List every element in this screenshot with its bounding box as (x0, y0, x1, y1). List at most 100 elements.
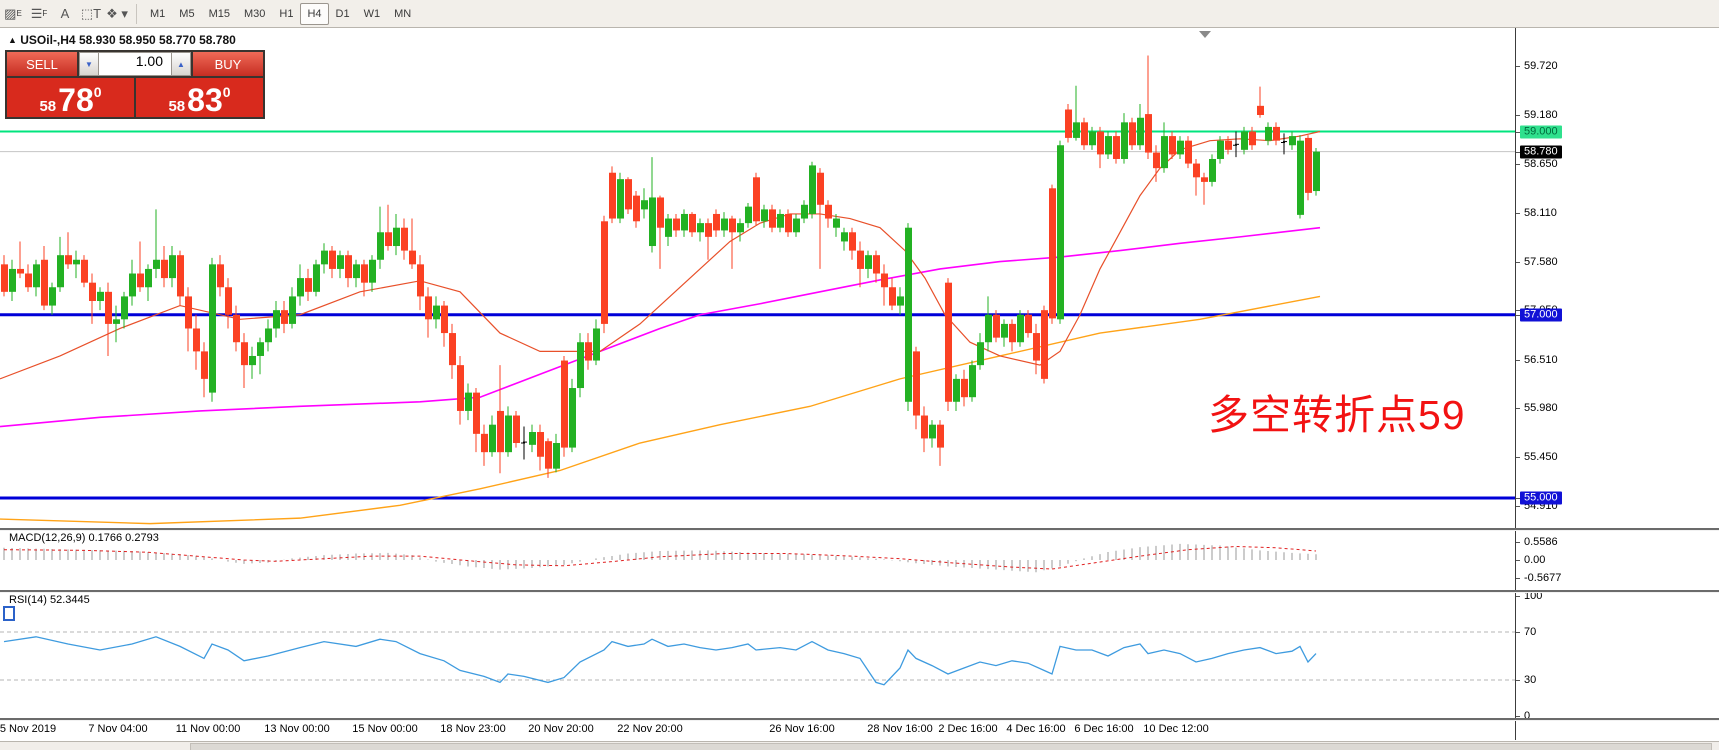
volume-up-button[interactable]: ▲ (171, 52, 191, 76)
timeframe-m1[interactable]: M1 (143, 3, 172, 25)
ohlc-close: 58.780 (199, 33, 236, 47)
ohlc-high: 58.950 (119, 33, 156, 47)
axis-tick (1516, 315, 1520, 316)
axis-tick (1516, 542, 1520, 543)
axis-tick (1516, 66, 1520, 67)
ohlc-open: 58.930 (79, 33, 116, 47)
time-axis-label: 11 Nov 00:00 (176, 723, 241, 735)
axis-tick (1516, 457, 1520, 458)
timeframe-h1[interactable]: H1 (272, 3, 300, 25)
time-axis-label: 18 Nov 23:00 (440, 723, 505, 735)
arrows-icon[interactable]: ❖ ▾ (105, 3, 129, 25)
price-axis-label: 55.980 (1524, 402, 1558, 414)
axis-tick (1516, 213, 1520, 214)
price-level-label: 55.000 (1520, 491, 1562, 504)
toolbar-separator (136, 4, 137, 24)
macd-rsi-splitter[interactable] (0, 590, 1719, 593)
axis-tick (1516, 360, 1520, 361)
ohlc-low: 58.770 (159, 33, 196, 47)
scrollbar-thumb[interactable] (190, 743, 1712, 750)
axis-tick (1516, 132, 1520, 133)
time-axis-label: 26 Nov 16:00 (769, 723, 834, 735)
axis-tick (1516, 578, 1520, 579)
sell-price-point: 0 (94, 84, 102, 100)
price-axis-label: -0.5677 (1524, 572, 1561, 584)
rsi-bottom-border (0, 718, 1719, 721)
sell-button[interactable]: SELL (7, 52, 77, 76)
volume-input[interactable]: 1.00 (99, 52, 171, 76)
price-axis-label: 0.00 (1524, 554, 1545, 566)
time-axis-label: 10 Dec 12:00 (1143, 723, 1208, 735)
timeframe-w1[interactable]: W1 (357, 3, 388, 25)
axis-tick (1516, 716, 1520, 717)
sell-price[interactable]: 58 78 0 (7, 78, 134, 117)
axis-tick (1516, 164, 1520, 165)
time-axis-label: 4 Dec 16:00 (1006, 723, 1065, 735)
toolbar: ▨E☰FA⬚T❖ ▾ M1M5M15M30H1H4D1W1MN (0, 0, 1719, 28)
price-axis-label: 58.650 (1524, 158, 1558, 170)
chart-macd-splitter[interactable] (0, 528, 1719, 531)
buy-price[interactable]: 58 83 0 (136, 78, 263, 117)
axis-tick (1516, 498, 1520, 499)
symbol-label: USOil-,H4 (20, 33, 75, 47)
axis-tick (1516, 152, 1520, 153)
collapse-arrow-icon[interactable]: ▲ (8, 35, 17, 45)
timeframe-m5[interactable]: M5 (172, 3, 201, 25)
axis-tick (1516, 115, 1520, 116)
one-click-trade-panel: SELL ▼ 1.00 ▲ BUY 58 78 0 58 83 0 (5, 50, 265, 119)
timeframe-buttons: M1M5M15M30H1H4D1W1MN (143, 3, 418, 25)
price-axis-label: 59.720 (1524, 60, 1558, 72)
timeframe-d1[interactable]: D1 (329, 3, 357, 25)
time-axis-label: 5 Nov 2019 (0, 723, 56, 735)
mt4-terminal: ▨E☰FA⬚T❖ ▾ M1M5M15M30H1H4D1W1MN ▲ USOil-… (0, 0, 1719, 750)
axis-tick (1516, 596, 1520, 597)
price-axis-label: 30 (1524, 674, 1536, 686)
price-axis[interactable]: 59.72059.18058.65058.11057.58057.05056.5… (1515, 28, 1719, 740)
axis-tick (1516, 560, 1520, 561)
price-axis-label: 55.450 (1524, 451, 1558, 463)
axis-tick (1516, 262, 1520, 263)
chart-annotation-text: 多空转折点59 (1208, 381, 1466, 441)
timeframe-m15[interactable]: M15 (202, 3, 237, 25)
axis-tick (1516, 506, 1520, 507)
price-axis-label: 0.5586 (1524, 536, 1558, 548)
time-axis-label: 28 Nov 16:00 (867, 723, 932, 735)
chart-symbol-header: ▲ USOil-,H4 58.930 58.950 58.770 58.780 (8, 33, 236, 47)
horizontal-scrollbar[interactable] (0, 741, 1719, 750)
time-axis-label: 6 Dec 16:00 (1074, 723, 1133, 735)
sell-price-whole: 58 (39, 99, 56, 114)
axis-tick (1516, 632, 1520, 633)
sell-price-pips: 78 (58, 87, 94, 114)
price-level-label: 58.780 (1520, 145, 1562, 158)
axis-tick (1516, 408, 1520, 409)
timeframe-mn[interactable]: MN (387, 3, 418, 25)
price-axis-label: 56.510 (1524, 354, 1558, 366)
buy-button[interactable]: BUY (193, 52, 263, 76)
text-label-icon[interactable]: ⬚T (79, 3, 103, 25)
drawing-tools: ▨E☰FA⬚T❖ ▾ (0, 3, 130, 25)
timeframe-h4[interactable]: H4 (300, 3, 328, 25)
rsi-indicator-icon (3, 606, 15, 621)
text-icon[interactable]: A (53, 3, 77, 25)
rsi-label: RSI(14) 52.3445 (9, 594, 90, 606)
price-level-label: 59.000 (1520, 125, 1562, 138)
macd-panel[interactable] (0, 530, 1515, 590)
price-level-label: 57.000 (1520, 308, 1562, 321)
macd-label: MACD(12,26,9) 0.1766 0.2793 (9, 532, 159, 544)
time-axis-label: 2 Dec 16:00 (938, 723, 997, 735)
volume-down-button[interactable]: ▼ (79, 52, 99, 76)
price-axis-label: 58.110 (1524, 207, 1557, 219)
price-axis-label: 57.580 (1524, 256, 1558, 268)
price-axis-label: 59.180 (1524, 109, 1558, 121)
chart-shift-marker-icon[interactable] (1199, 31, 1211, 38)
time-axis-label: 20 Nov 20:00 (528, 723, 593, 735)
rsi-panel[interactable] (0, 592, 1515, 718)
time-axis-label: 13 Nov 00:00 (264, 723, 329, 735)
equidistant-channel-icon[interactable]: ▨E (1, 3, 25, 25)
time-axis[interactable]: 5 Nov 20197 Nov 04:0011 Nov 00:0013 Nov … (0, 720, 1515, 740)
buy-price-point: 0 (223, 84, 231, 100)
price-axis-label: 70 (1524, 626, 1536, 638)
fibonacci-icon[interactable]: ☰F (27, 3, 51, 25)
timeframe-m30[interactable]: M30 (237, 3, 272, 25)
time-axis-label: 15 Nov 00:00 (352, 723, 417, 735)
